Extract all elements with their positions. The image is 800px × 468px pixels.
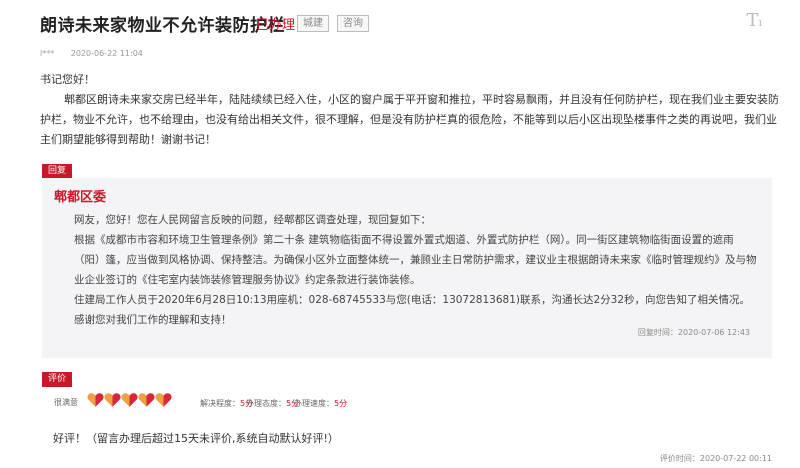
page-header: 朗诗未来家物业不允许装防护栏 已办理 城建 咨询 Tı bbox=[0, 0, 800, 42]
post-date: 2020-06-22 11:04 bbox=[70, 49, 143, 58]
reply-paragraph: 网友，您好！您在人民网留言反映的问题，经郫都区调查处理，现回复如下： bbox=[74, 214, 431, 226]
reply-box: 郫都区委 网友，您好！您在人民网留言反映的问题，经郫都区调查处理，现回复如下： … bbox=[42, 178, 772, 358]
letter-content: 书记您好！ 郫都区朗诗未来家交房已经半年，陆陆续续已经入住，小区的窗户属于平开窗… bbox=[40, 70, 780, 150]
satisfaction-label: 很满意 bbox=[54, 398, 78, 407]
score-label: 办理态度： bbox=[246, 399, 286, 408]
score-label: 解决程度： bbox=[200, 399, 240, 408]
post-meta: l*** 2020-06-22 11:04 bbox=[40, 49, 143, 58]
letter-body: 郫都区朗诗未来家交房已经半年，陆陆续续已经入住，小区的窗户属于平开窗和推拉，平时… bbox=[40, 93, 779, 146]
reply-paragraph: 根据《成都市市容和环境卫生管理条例》第二十条 建筑物临街面不得设置外置式烟道、外… bbox=[74, 234, 757, 286]
score-label: 办理速度： bbox=[294, 399, 334, 408]
score-speed: 办理速度：5分 bbox=[294, 398, 347, 409]
heart-icon bbox=[155, 392, 172, 408]
reply-label: 回复 bbox=[42, 164, 73, 179]
reply-text: 网友，您好！您在人民网留言反映的问题，经郫都区调查处理，现回复如下： 根据《成都… bbox=[74, 210, 759, 330]
reply-department: 郫都区委 bbox=[54, 190, 107, 205]
category-tag-consult[interactable]: 咨询 bbox=[337, 15, 369, 32]
satisfaction-rating bbox=[87, 392, 172, 412]
heart-icon bbox=[104, 392, 121, 408]
page-title: 朗诗未来家物业不允许装防护栏 bbox=[40, 16, 285, 36]
score-attitude: 办理态度：5分 bbox=[246, 398, 299, 409]
evaluation-label: 评价 bbox=[42, 372, 73, 387]
letter-greeting: 书记您好！ bbox=[40, 73, 95, 86]
font-size-icon[interactable]: Tı bbox=[746, 10, 762, 31]
score-value: 5分 bbox=[334, 399, 348, 408]
heart-icon bbox=[87, 392, 104, 408]
reply-paragraph: 住建局工作人员于2020年6月28日10:13用座机：028-68745533与… bbox=[74, 294, 751, 306]
status-badge: 已办理 bbox=[256, 18, 296, 33]
reply-time: 回复时间：2020-07-06 12:43 bbox=[637, 328, 750, 337]
evaluation-time: 评价时间：2020-07-22 00:11 bbox=[659, 454, 772, 463]
category-tag-urban[interactable]: 城建 bbox=[297, 15, 329, 32]
heart-icon bbox=[121, 392, 138, 408]
evaluation-comment: 好评！（留言办理后超过15天未评价,系统自动默认好评!） bbox=[53, 432, 339, 445]
heart-icon bbox=[138, 392, 155, 408]
author-name: l*** bbox=[40, 49, 55, 58]
